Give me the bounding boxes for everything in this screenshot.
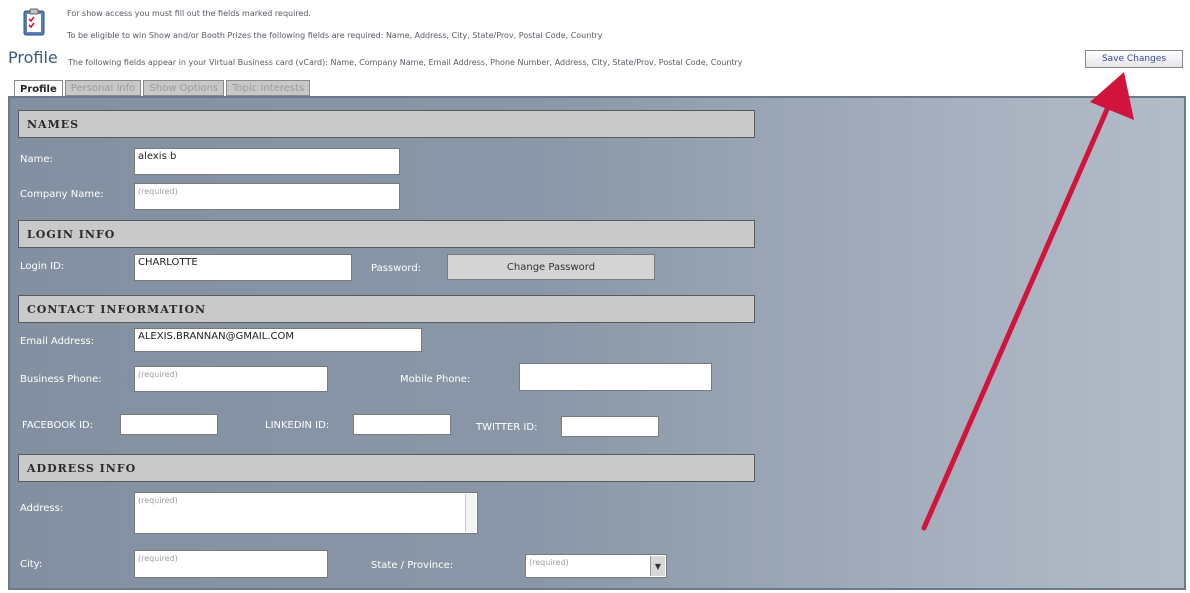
address-scrollbar[interactable]	[465, 494, 476, 532]
company-label: Company Name:	[20, 189, 104, 200]
section-address-info: ADDRESS INFO	[18, 454, 755, 482]
twitter-label: TWITTER ID:	[476, 422, 538, 433]
save-changes-button[interactable]: Save Changes	[1085, 50, 1183, 68]
address-placeholder: (required)	[138, 496, 178, 505]
required-note: For show access you must fill out the fi…	[67, 9, 311, 18]
linkedin-input[interactable]	[353, 414, 451, 435]
chevron-down-icon[interactable]: ▼	[650, 556, 665, 576]
address-textarea[interactable]: (required)	[134, 492, 478, 534]
business-phone-placeholder: (required)	[138, 370, 178, 379]
clipboard-icon	[23, 8, 45, 36]
city-placeholder: (required)	[138, 554, 178, 563]
vcard-note: The following fields appear in your Virt…	[68, 58, 743, 67]
tab-profile[interactable]: Profile	[14, 80, 63, 97]
business-phone-input[interactable]: (required)	[134, 366, 328, 392]
company-input[interactable]: (required)	[134, 183, 400, 210]
prizes-note: To be eligible to win Show and/or Booth …	[67, 31, 603, 40]
change-password-button[interactable]: Change Password	[447, 254, 655, 280]
state-selected-value: (required)	[529, 558, 569, 567]
company-placeholder: (required)	[138, 187, 178, 196]
state-select[interactable]: (required) ▼	[525, 554, 667, 578]
facebook-input[interactable]	[120, 414, 218, 435]
section-names: NAMES	[18, 110, 755, 138]
mobile-phone-label: Mobile Phone:	[400, 374, 471, 385]
city-label: City:	[20, 559, 43, 570]
tab-topic-interests[interactable]: Topic Interests	[226, 80, 311, 96]
tab-bar: Profile Personal Info Show Options Topic…	[14, 80, 311, 97]
section-contact-information: CONTACT INFORMATION	[18, 295, 755, 323]
page-title: Profile	[8, 48, 58, 67]
profile-form-panel: NAMES Name: alexis b Company Name: (requ…	[8, 96, 1186, 590]
business-phone-label: Business Phone:	[20, 374, 102, 385]
tab-show-options[interactable]: Show Options	[143, 80, 225, 96]
login-id-label: Login ID:	[20, 261, 65, 272]
tab-personal-info[interactable]: Personal Info	[64, 80, 142, 96]
twitter-input[interactable]	[561, 416, 659, 437]
login-id-input[interactable]: CHARLOTTE	[134, 254, 352, 281]
facebook-label: FACEBOOK ID:	[22, 420, 93, 431]
section-login-info: LOGIN INFO	[18, 220, 755, 248]
password-label: Password:	[371, 263, 422, 274]
email-label: Email Address:	[20, 336, 95, 347]
state-label: State / Province:	[371, 560, 454, 571]
city-input[interactable]: (required)	[134, 550, 328, 578]
name-input[interactable]: alexis b	[134, 148, 400, 175]
address-label: Address:	[20, 503, 64, 514]
name-label: Name:	[20, 154, 53, 165]
linkedin-label: LINKEDIN ID:	[265, 420, 330, 431]
email-input[interactable]: ALEXIS.BRANNAN@GMAIL.COM	[134, 328, 422, 352]
mobile-phone-input[interactable]	[519, 363, 712, 391]
profile-header: For show access you must fill out the fi…	[0, 0, 1190, 97]
